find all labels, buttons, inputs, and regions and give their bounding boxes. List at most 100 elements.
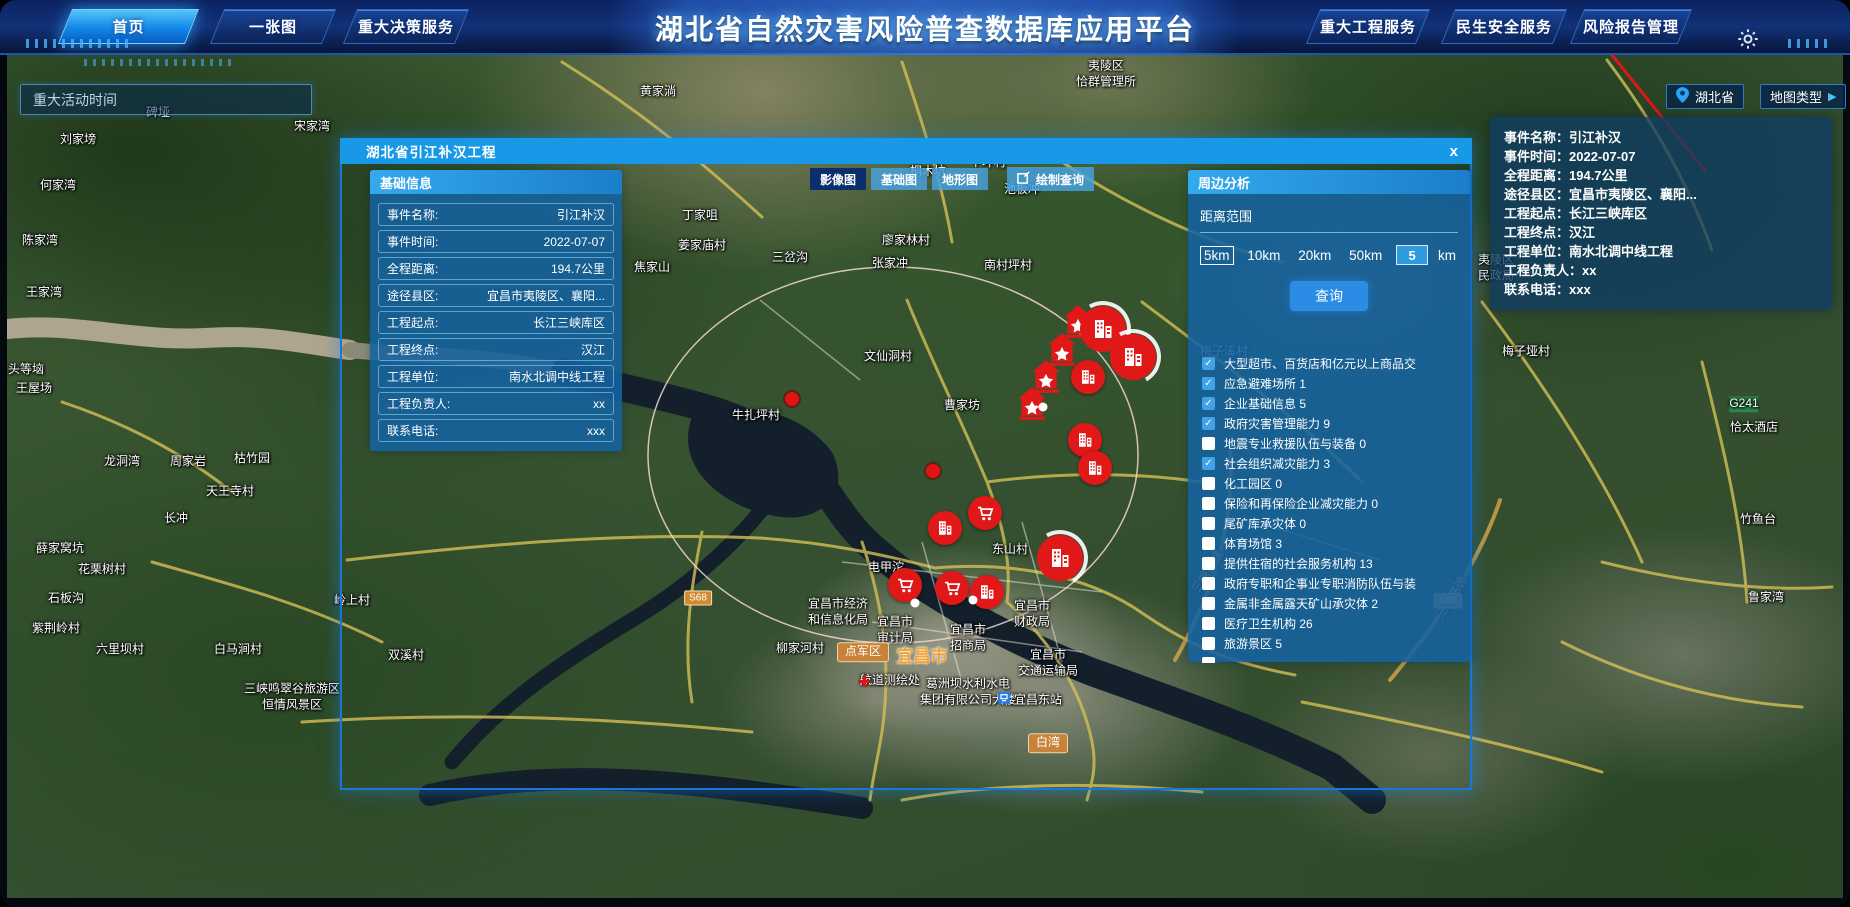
page-title: 湖北省自然灾害风险普查数据库应用平台 xyxy=(610,0,1240,55)
checkbox[interactable]: ✓ xyxy=(1202,457,1215,470)
tab-label: 民生安全服务 xyxy=(1448,9,1560,44)
settings-gear-icon[interactable] xyxy=(1737,28,1759,55)
event-info-row: 联系电话：xxx xyxy=(1504,280,1818,299)
range-option[interactable]: 50km xyxy=(1345,246,1386,265)
field-value: xx xyxy=(593,397,605,411)
checkbox[interactable] xyxy=(1202,617,1215,630)
event-info-row: 事件名称：引江补汉 xyxy=(1504,128,1818,147)
nav-decor-ticks-right xyxy=(1788,39,1828,48)
checkbox[interactable] xyxy=(1202,637,1215,650)
range-option[interactable]: 10km xyxy=(1243,246,1284,265)
category-label: 大型超市、百货店和亿元以上商品交 xyxy=(1224,355,1416,372)
checkbox[interactable] xyxy=(1202,437,1215,450)
category-item[interactable]: 提供住宿的社会服务机构 13 xyxy=(1202,553,1470,573)
nav-decor-ticks-sub xyxy=(84,59,234,66)
draw-query-label: 绘制查询 xyxy=(1036,171,1084,188)
category-item[interactable]: 医疗卫生机构 26 xyxy=(1202,613,1470,633)
map-type-label: 地图类型 xyxy=(1770,87,1822,106)
tab-label: 风险报告管理 xyxy=(1577,9,1685,44)
event-info-panel: 事件名称：引江补汉事件时间：2022-07-07全程距离：194.7公里途径县区… xyxy=(1490,117,1832,310)
nav-tab[interactable]: 一张图 xyxy=(217,9,329,44)
event-info-row: 工程单位：南水北调中线工程 xyxy=(1504,242,1818,261)
app-screen: 碑垭刘家塝宋家湾何家湾陈家湾王家湾黄家淌赵家垴丁家咀姜家庙村桐木坑廖家林村焦家山… xyxy=(0,0,1850,907)
event-info-row: 工程终点：汉江 xyxy=(1504,223,1818,242)
field-label: 工程单位: xyxy=(387,368,438,385)
modal-title: 湖北省引江补汉工程 xyxy=(366,141,497,161)
query-button[interactable]: 查询 xyxy=(1290,281,1368,311)
category-item[interactable]: 体育场馆 3 xyxy=(1202,533,1470,553)
tab-label: 重大工程服务 xyxy=(1313,9,1423,44)
checkbox[interactable] xyxy=(1202,537,1215,550)
major-activity-time-box[interactable]: 重大活动时间 xyxy=(20,84,312,115)
checkbox[interactable]: ✓ xyxy=(1202,417,1215,430)
category-label: 提供住宿的社会服务机构 13 xyxy=(1224,555,1373,572)
field-label: 事件时间: xyxy=(387,233,438,250)
category-item[interactable]: ✓ 政府灾害管理能力 9 xyxy=(1202,413,1470,433)
nav-tab[interactable]: 风险报告管理 xyxy=(1577,9,1685,44)
nav-tab[interactable]: 重大决策服务 xyxy=(350,9,462,44)
info-row: 全程距离: 194.7公里 xyxy=(378,257,614,280)
category-item[interactable]: 金属非金属露天矿山承灾体 2 xyxy=(1202,593,1470,613)
category-label: 旅游景区 5 xyxy=(1224,635,1282,652)
checkbox[interactable] xyxy=(1202,577,1215,590)
nav-tab[interactable]: 重大工程服务 xyxy=(1313,9,1423,44)
field-value: 2022-07-07 xyxy=(544,235,605,249)
category-item[interactable]: 旅游景区 5 xyxy=(1202,633,1470,653)
region-selector-button[interactable]: 湖北省 xyxy=(1666,84,1744,109)
category-item[interactable]: 地震专业救援队伍与装备 0 xyxy=(1202,433,1470,453)
checkbox[interactable] xyxy=(1202,497,1215,510)
nav-tab[interactable]: 民生安全服务 xyxy=(1448,9,1560,44)
tab-label: 一张图 xyxy=(217,9,329,44)
category-item[interactable]: ✓ 大型超市、百货店和亿元以上商品交 xyxy=(1202,353,1470,373)
field-label: 工程起点: xyxy=(387,314,438,331)
field-value: 194.7公里 xyxy=(551,260,605,277)
field-label: 联系电话: xyxy=(387,422,438,439)
close-icon[interactable]: x xyxy=(1450,144,1458,159)
draw-rect-icon xyxy=(1017,171,1030,187)
layer-button[interactable]: 影像图 xyxy=(810,168,866,190)
checkbox[interactable] xyxy=(1202,597,1215,610)
range-option[interactable]: 20km xyxy=(1294,246,1335,265)
checkbox[interactable]: ✓ xyxy=(1202,357,1215,370)
layer-switcher: 影像图基础图地形图 绘制查询 xyxy=(810,167,1094,191)
category-label: 企业基础信息 5 xyxy=(1224,395,1306,412)
checkbox[interactable] xyxy=(1202,477,1215,490)
layer-button[interactable]: 地形图 xyxy=(932,168,988,190)
field-label: 全程距离: xyxy=(387,260,438,277)
category-item[interactable] xyxy=(1202,653,1470,663)
category-list: ✓大型超市、百货店和亿元以上商品交✓应急避难场所 1✓企业基础信息 5✓政府灾害… xyxy=(1202,353,1470,663)
info-row: 事件时间: 2022-07-07 xyxy=(378,230,614,253)
category-label: 地震专业救援队伍与装备 0 xyxy=(1224,435,1366,452)
nav-decor-ticks-left xyxy=(26,39,132,48)
event-info-row: 途径县区：宜昌市夷陵区、襄阳... xyxy=(1504,185,1818,204)
analysis-header: 周边分析 xyxy=(1188,170,1470,194)
checkbox[interactable] xyxy=(1202,657,1215,664)
map-type-button[interactable]: 地图类型 ▶ xyxy=(1760,84,1846,109)
category-item[interactable]: 尾矿库承灾体 0 xyxy=(1202,513,1470,533)
checkbox[interactable]: ✓ xyxy=(1202,397,1215,410)
range-label: 距离范围 xyxy=(1200,206,1458,225)
range-option[interactable]: 5km xyxy=(1200,246,1234,265)
category-label: 保险和再保险企业减灾能力 0 xyxy=(1224,495,1378,512)
category-label: 尾矿库承灾体 0 xyxy=(1224,515,1306,532)
category-item[interactable]: 保险和再保险企业减灾能力 0 xyxy=(1202,493,1470,513)
category-label: 体育场馆 3 xyxy=(1224,535,1282,552)
checkbox[interactable] xyxy=(1202,517,1215,530)
category-item[interactable]: ✓ 企业基础信息 5 xyxy=(1202,393,1470,413)
range-divider xyxy=(1200,232,1458,233)
draw-query-button[interactable]: 绘制查询 xyxy=(1007,167,1094,191)
category-item[interactable]: ✓社会组织减灾能力 3 xyxy=(1202,453,1470,473)
field-label: 工程终点: xyxy=(387,341,438,358)
info-row: 途径县区:宜昌市夷陵区、襄阳... xyxy=(378,284,614,307)
top-nav: 湖北省自然灾害风险普查数据库应用平台 首页一张图重大决策服务重大工程服务民生安全… xyxy=(0,0,1850,55)
field-label: 途径县区: xyxy=(387,287,438,304)
layer-button[interactable]: 基础图 xyxy=(871,168,927,190)
modal-header: 湖北省引江补汉工程 x xyxy=(340,138,1472,164)
category-label: 政府灾害管理能力 9 xyxy=(1224,415,1330,432)
custom-distance-input[interactable] xyxy=(1396,245,1428,265)
category-item[interactable]: 政府专职和企事业专职消防队伍与装 xyxy=(1202,573,1470,593)
category-item[interactable]: ✓应急避难场所 1 xyxy=(1202,373,1470,393)
checkbox[interactable] xyxy=(1202,557,1215,570)
checkbox[interactable]: ✓ xyxy=(1202,377,1215,390)
category-item[interactable]: 化工园区 0 xyxy=(1202,473,1470,493)
